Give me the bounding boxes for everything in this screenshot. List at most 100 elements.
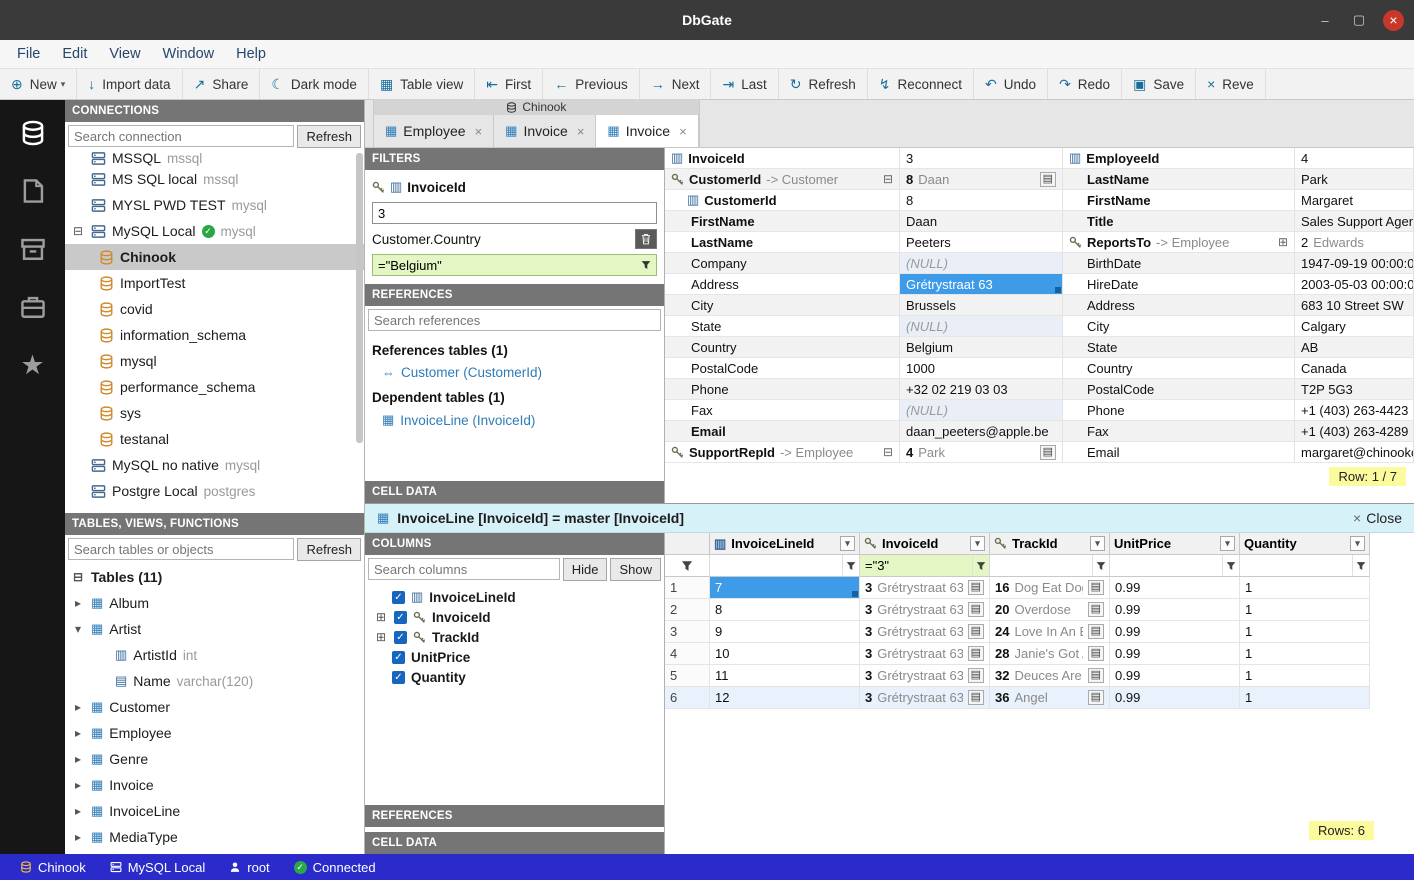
form-value[interactable]: T2P 5G3 [1295,379,1414,400]
column-toggle-quantity[interactable]: ✓ Quantity [365,667,664,687]
filter-cell-quantity[interactable] [1240,555,1370,577]
archive-nav-button[interactable] [0,220,65,278]
table-item-invoiceline[interactable]: ▸ ▦ InvoiceLine [65,798,364,824]
grid-cell[interactable]: 10 [710,643,860,665]
lookup-icon[interactable]: ▤ [968,624,984,639]
chevron-down-icon[interactable]: ▾ [840,536,855,551]
chevron-right-icon[interactable]: ▸ [71,726,85,740]
search-columns-input[interactable] [368,558,560,580]
form-value[interactable]: Park [1295,169,1414,190]
filter-icon[interactable] [842,555,859,576]
filter-cell-invoicelineid[interactable] [710,555,860,577]
form-value[interactable]: margaret@chinookcorp.com [1295,442,1414,463]
row-number[interactable]: 5 [665,665,710,687]
lookup-icon[interactable]: ▤ [1040,172,1056,187]
form-value[interactable]: Peeters [900,232,1063,253]
grid-cell[interactable]: 3 Grétrystraat 63 ▤ [860,621,990,643]
form-value[interactable]: 4 [1295,148,1414,169]
grid-cell[interactable]: 1 [1240,665,1370,687]
form-value[interactable]: 683 10 Street SW [1295,295,1414,316]
column-toggle-trackid[interactable]: ⊞ ✓ TrackId [365,627,664,647]
invoiceid-filter-input[interactable] [372,202,657,224]
form-value[interactable]: 1947-09-19 00:00:00 [1295,253,1414,274]
database-item[interactable]: ImportTest [65,270,364,296]
form-value[interactable]: 3 [900,148,1063,169]
reference-link-customer[interactable]: ⇔ Customer (CustomerId) [372,362,657,383]
favorites-nav-button[interactable]: ★ [0,336,65,394]
undo-button[interactable]: ↶ Undo [974,69,1048,99]
new-button[interactable]: ⊕ New ▾ [0,69,77,99]
menu-file[interactable]: File [6,43,51,65]
plugins-nav-button[interactable] [0,278,65,336]
lookup-icon[interactable]: ▤ [968,668,984,683]
import-data-button[interactable]: ↓ Import data [77,69,182,99]
form-value-fk[interactable]: 2 Edwards [1295,232,1414,253]
grid-cell[interactable]: 8 [710,599,860,621]
checkbox[interactable]: ✓ [394,631,407,644]
expand-icon[interactable]: ⊞ [1278,235,1288,249]
grid-cell[interactable]: 3 Grétrystraat 63 ▤ [860,643,990,665]
database-item[interactable]: testanal [65,426,364,452]
tables-group[interactable]: ⊟ Tables (11) [65,564,364,590]
lookup-icon[interactable]: ▤ [1088,580,1104,595]
column-toggle-unitprice[interactable]: ✓ UnitPrice [365,647,664,667]
database-item[interactable]: information_schema [65,322,364,348]
form-value[interactable]: +1 (403) 263-4289 [1295,421,1414,442]
lookup-icon[interactable]: ▤ [1088,668,1104,683]
save-button[interactable]: ▣ Save [1122,69,1196,99]
table-item-invoice[interactable]: ▸ ▦ Invoice [65,772,364,798]
checkbox[interactable]: ✓ [392,651,405,664]
grid-cell[interactable]: 0.99 [1110,599,1240,621]
grid-cell[interactable]: 36 Angel ▤ [990,687,1110,709]
lookup-icon[interactable]: ▤ [968,602,984,617]
show-button[interactable]: Show [610,558,661,581]
menu-window[interactable]: Window [152,43,226,65]
lookup-icon[interactable]: ▤ [1040,445,1056,460]
close-icon[interactable]: × [679,124,687,139]
chevron-down-icon[interactable]: ▾ [1090,536,1105,551]
grid-cell[interactable]: 1 [1240,621,1370,643]
expand-icon[interactable]: ⊞ [374,610,388,624]
lookup-icon[interactable]: ▤ [1088,646,1104,661]
chevron-down-icon[interactable]: ▾ [970,536,985,551]
grid-cell[interactable]: 0.99 [1110,665,1240,687]
grid-cell[interactable]: 12 [710,687,860,709]
hide-button[interactable]: Hide [563,558,608,581]
table-item-customer[interactable]: ▸ ▦ Customer [65,694,364,720]
filter-funnel-icon[interactable] [636,255,656,275]
filter-cell-invoiceid[interactable]: ="3" [860,555,990,577]
checkbox[interactable]: ✓ [392,671,405,684]
column-header-trackid[interactable]: TrackId ▾ [990,533,1110,555]
grid-cell[interactable]: 24 Love In An Elevator ▤ [990,621,1110,643]
filter-icon[interactable] [1222,555,1239,576]
form-value[interactable]: +32 02 219 03 03 [900,379,1063,400]
dark-mode-button[interactable]: ☾ Dark mode [260,69,369,99]
menu-help[interactable]: Help [225,43,277,65]
row-number[interactable]: 6 [665,687,710,709]
tab-invoice-2[interactable]: ▦ Invoice × [596,115,698,147]
form-value[interactable]: AB [1295,337,1414,358]
reference-link-invoiceline[interactable]: ▦ InvoiceLine (InvoiceId) [372,409,657,431]
form-value[interactable]: Belgium [900,337,1063,358]
connection-item[interactable]: Postgre Local postgres [65,478,364,504]
chevron-right-icon[interactable]: ▸ [71,778,85,792]
remove-filter-button[interactable] [635,229,657,249]
share-button[interactable]: ↗ Share [183,69,261,99]
tables-refresh-button[interactable]: Refresh [297,538,361,561]
scrollbar[interactable] [356,153,363,443]
minimize-button[interactable]: – [1315,10,1335,30]
lookup-icon[interactable]: ▤ [968,646,984,661]
filter-icon[interactable] [1092,555,1109,576]
search-connection-input[interactable] [68,125,294,147]
grid-cell[interactable]: 0.99 [1110,643,1240,665]
collapse-icon[interactable]: ⊟ [883,445,893,459]
database-item[interactable]: sys [65,400,364,426]
form-value[interactable]: Sales Support Agent [1295,211,1414,232]
grid-cell[interactable]: 1 [1240,687,1370,709]
fill-handle[interactable] [852,591,858,597]
search-references-input[interactable] [368,309,661,331]
column-header-invoiceid[interactable]: InvoiceId ▾ [860,533,990,555]
lookup-icon[interactable]: ▤ [1088,690,1104,705]
previous-button[interactable]: ← Previous [543,69,640,99]
files-nav-button[interactable] [0,162,65,220]
